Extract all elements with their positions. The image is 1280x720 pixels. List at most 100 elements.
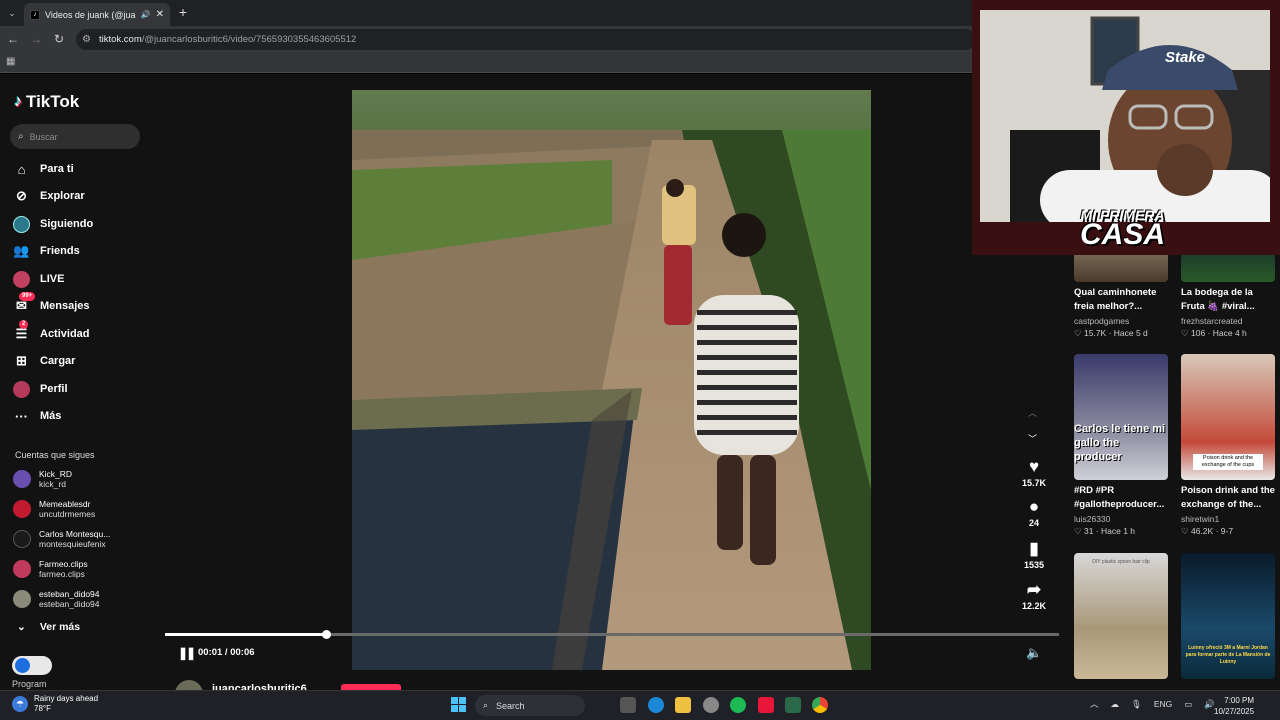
account-user: esteban_dido94 <box>39 599 100 609</box>
nav-para-ti[interactable]: ⌂ Para ti <box>13 158 74 180</box>
system-tray: ︿ ☁ 🎙 ENG ▭ 🔊 <box>1090 698 1215 710</box>
reload-button[interactable]: ↻ <box>51 31 67 47</box>
cap-logo-text: Stake <box>1165 49 1205 66</box>
edge-icon[interactable] <box>648 697 664 713</box>
program-toggle[interactable] <box>12 656 52 675</box>
see-more-button[interactable]: ⌄ Ver más <box>17 621 80 633</box>
video-frame[interactable] <box>352 90 871 670</box>
recommended-card[interactable]: Poison drink and the exchange of the cup… <box>1181 354 1275 537</box>
program-label: Program <box>12 679 47 689</box>
audio-icon: 🔊 <box>140 10 151 19</box>
account-user: uncutdrmemes <box>39 509 96 519</box>
share-button[interactable]: ➦ 12.2K <box>1016 581 1052 612</box>
following-account[interactable]: Farmeo.clips farmeo.clips <box>13 557 88 581</box>
mic-icon[interactable]: 🎙 <box>1131 699 1142 710</box>
forward-button[interactable]: → <box>28 31 44 47</box>
chevron-up-icon[interactable]: ︿ <box>1090 698 1099 710</box>
channel-brand-logo: MI PRIMERA CASA <box>1080 208 1165 250</box>
nav-friends[interactable]: 👥 Friends <box>13 240 80 262</box>
nav-siguiendo[interactable]: Siguiendo <box>13 213 93 235</box>
url-path: /@juancarlosburitic6/video/7565930355463… <box>141 34 357 45</box>
nav-explorar[interactable]: ⊘ Explorar <box>13 185 85 207</box>
author-handle[interactable]: juancarlosburitic6 <box>212 683 307 690</box>
nav-mensajes[interactable]: ✉ 99+ Mensajes <box>13 291 90 317</box>
recommended-card[interactable]: Qual caminhonete freia melhor?... castpo… <box>1074 252 1168 339</box>
spotify-icon[interactable] <box>730 697 746 713</box>
terminal-icon[interactable] <box>785 697 801 713</box>
progress-handle[interactable] <box>321 630 331 639</box>
next-video-arrow-icon[interactable]: ﹀ <box>1028 432 1037 445</box>
tab-search-icon[interactable]: ⌄ <box>4 5 20 21</box>
activity-badge: 2 <box>19 319 29 329</box>
file-explorer-icon[interactable] <box>675 697 691 713</box>
recommended-card[interactable]: Luinny ofreció 3M a Marni Jordan para fo… <box>1181 553 1275 679</box>
author-avatar[interactable] <box>175 680 203 690</box>
task-view-icon[interactable] <box>620 697 636 713</box>
new-tab-button[interactable]: + <box>175 4 191 20</box>
avatar <box>13 500 31 518</box>
volume-icon[interactable]: 🔈 <box>1026 645 1042 661</box>
apps-grid-icon[interactable]: ▦ <box>6 56 18 68</box>
following-section-title: Cuentas que sigues <box>15 450 95 460</box>
tab-title: Videos de juank (@juancarlosburitic6) <box>45 9 136 20</box>
search-icon: ⌕ <box>18 131 24 142</box>
save-button[interactable]: ▮ 1535 <box>1016 540 1052 571</box>
taskbar-search[interactable]: ⌕ Search <box>475 695 585 716</box>
account-user: kick_rd <box>39 479 66 489</box>
nav-perfil[interactable]: Perfil <box>13 378 68 400</box>
chrome-icon[interactable] <box>812 697 828 713</box>
like-button[interactable]: ♥ 15.7K <box>1016 458 1052 489</box>
heart-outline-icon: ♡ <box>1181 328 1191 338</box>
back-button[interactable]: ← <box>5 31 21 47</box>
following-account[interactable]: esteban_dido94 esteban_dido94 <box>13 587 100 611</box>
clock[interactable]: 7:00 PM 10/27/2025 <box>1214 695 1254 717</box>
tiktok-logo[interactable]: ♪ TikTok <box>14 92 79 112</box>
like-count: 15.7K <box>1021 478 1047 488</box>
account-user: farmeo.clips <box>39 569 85 579</box>
nav-label: Explorar <box>40 190 85 202</box>
nav-actividad[interactable]: ☰ 2 Actividad <box>13 319 90 345</box>
nav-label: Actividad <box>40 328 90 340</box>
card-title: #RD #PR #gallotheproducer... <box>1074 485 1165 510</box>
card-user: castpodgames <box>1074 316 1130 326</box>
pause-icon[interactable]: ❚❚ <box>178 646 196 660</box>
search-input[interactable] <box>29 131 125 142</box>
previous-video-arrow-icon[interactable]: ︿ <box>1028 406 1037 419</box>
following-account[interactable]: Carlos Montesqu... montesquieufenix <box>13 527 110 551</box>
recommended-card[interactable]: DIY plastic spoon hair clip <box>1074 553 1168 679</box>
time-readout: 00:01 / 00:06 <box>198 647 255 658</box>
activity-icon: ☰ 2 <box>15 319 29 341</box>
app-red-icon[interactable] <box>758 697 774 713</box>
comment-icon: ● <box>1028 497 1040 516</box>
windows-start-icon[interactable] <box>451 697 467 713</box>
account-name: Carlos Montesqu... <box>39 529 111 539</box>
nav-label: Perfil <box>40 383 68 395</box>
address-bar[interactable]: ⚙ tiktok.com/@juancarlosburitic6/video/7… <box>76 29 976 50</box>
video-thumbnail: Poison drink and the exchange of the cup… <box>1181 354 1275 480</box>
onedrive-icon[interactable]: ☁ <box>1111 699 1120 710</box>
weather-temp: 78°F <box>34 704 51 713</box>
nav-mas[interactable]: ··· Más <box>13 405 61 427</box>
following-account[interactable]: Memeablesdr uncutdrmemes <box>13 497 95 521</box>
comment-button[interactable]: ● 24 <box>1016 497 1052 529</box>
language-indicator[interactable]: ENG <box>1154 699 1172 709</box>
tab-close-icon[interactable]: ✕ <box>156 9 164 20</box>
app-icon[interactable] <box>703 697 719 713</box>
network-icon[interactable]: ▭ <box>1184 699 1192 710</box>
nav-live[interactable]: LIVE <box>13 268 64 290</box>
nav-label: Friends <box>40 245 80 257</box>
following-account[interactable]: Kick_RD kick_rd <box>13 467 72 491</box>
video-thumbnail: Luinny ofreció 3M a Marni Jordan para fo… <box>1181 553 1275 679</box>
nav-label: Para ti <box>40 163 74 175</box>
site-info-icon[interactable]: ⚙ <box>82 34 91 45</box>
nav-cargar[interactable]: ⊞ Cargar <box>13 350 75 372</box>
windows-taskbar <box>0 690 1280 720</box>
search-box[interactable]: ⌕ <box>10 124 140 149</box>
account-name: Kick_RD <box>39 469 73 479</box>
browser-tab[interactable]: ♪ Videos de juank (@juancarlosburitic6) … <box>24 3 170 26</box>
recommended-card[interactable]: Carlos le tiene mi gallo the producer #R… <box>1074 354 1168 537</box>
logo-text: TikTok <box>26 92 80 111</box>
weather-widget[interactable]: ☂ Rainy days ahead 78°F <box>12 694 98 714</box>
recommended-card[interactable]: La bodega de la Fruta 🍇 #viral... frezhs… <box>1181 252 1275 339</box>
video-scene-image <box>352 90 871 670</box>
